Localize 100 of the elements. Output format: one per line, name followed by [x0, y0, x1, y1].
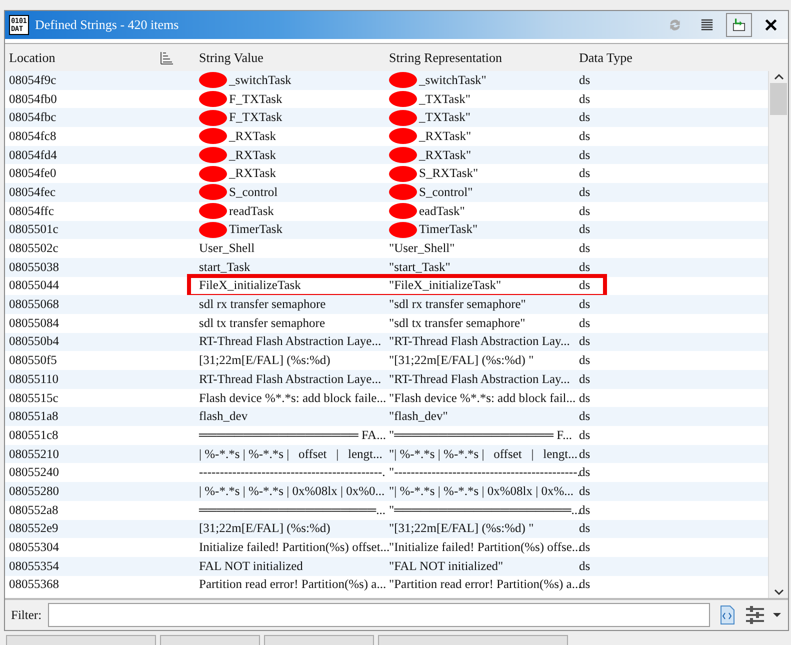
redaction-mark — [199, 72, 227, 88]
string-representation: "[31;22m[E/FAL] (%s:%d) " — [389, 521, 534, 536]
location-cell-text: 0805501c — [9, 222, 60, 238]
data-type-cell-text: ds — [579, 128, 592, 144]
string-representation: "[31;22m[E/FAL] (%s:%d) " — [389, 353, 534, 368]
table-row[interactable]: 080552e9 [31;22m[E/FAL] (%s:%d) "[31;22m[E/FAL] (%s:%d) " ds — [5, 520, 768, 538]
redaction-mark — [389, 166, 417, 182]
location-cell-text: 08055368 — [9, 577, 60, 592]
string-representation: "FAL NOT initialized" — [389, 558, 504, 574]
column-header[interactable]: Data Type — [579, 50, 768, 66]
data-type-cell-text: ds — [579, 577, 592, 592]
scroll-thumb[interactable] — [770, 83, 787, 115]
table-row[interactable]: 08055210 | %-*.*s | %-*.*s | offset | lengt... "| %-*.*s | %-*.*s | offset | lengt...ds — [5, 444, 768, 464]
scroll-up-icon[interactable] — [772, 71, 784, 81]
data-type-cell-text: ds — [579, 241, 592, 256]
string-representation: _RXTask" — [419, 148, 472, 163]
string-value: RT-Thread Flash Abstraction Laye... — [199, 334, 382, 350]
table-row[interactable]: 08054fec S_control S_control" ds — [5, 183, 768, 202]
data-type-cell-text: ds — [579, 297, 592, 312]
data-type-cell-text: ds — [579, 446, 592, 462]
location-cell-text: 08055044 — [9, 278, 60, 294]
location-cell-text: 080552a8 — [9, 502, 60, 518]
string-representation: eadTask" — [419, 204, 465, 219]
table-row[interactable]: 080550b4 RT-Thread Flash Abstraction Laye... "RT-Thread Flash Abstraction Lay... ds — [5, 332, 768, 352]
location-cell-text: 08054fbc — [9, 110, 58, 126]
string-value: F_TXTask — [229, 92, 282, 107]
table-row[interactable]: 08055068 sdl rx transfer semaphore "sdl rx transfer semaphore" ds — [5, 295, 768, 314]
column-header[interactable]: String Value — [199, 50, 389, 66]
string-representation: "flash_dev" — [389, 409, 448, 424]
string-value: Flash device %*.*s: add block faile... — [199, 390, 386, 406]
redaction-mark — [199, 166, 227, 182]
column-header[interactable]: Location — [9, 50, 159, 66]
string-value: FAL NOT initialized — [199, 558, 303, 574]
table-row[interactable]: 0805501c TimerTask TimerTask" ds — [5, 220, 768, 240]
table-row[interactable]: 08055044 FileX_initializeTask "FileX_initializeTask" ds — [5, 276, 768, 296]
location-cell-text: 080552e9 — [9, 521, 60, 536]
data-type-cell-text: ds — [579, 353, 592, 368]
string-representation: "--------------------------------------------. — [389, 465, 580, 480]
scroll-down-icon[interactable] — [772, 588, 784, 598]
location-cell-text: 08054fc8 — [9, 128, 58, 144]
string-value: start_Task — [199, 260, 250, 275]
sort-icon[interactable] — [159, 50, 175, 66]
string-representation: S_RXTask" — [419, 166, 478, 182]
string-representation: _TXTask" — [419, 110, 470, 126]
settings-icon[interactable] — [744, 604, 766, 626]
string-representation: _RXTask" — [419, 128, 472, 144]
table-row[interactable]: 08055110 RT-Thread Flash Abstraction Laye... "RT-Thread Flash Abstraction Lay... ds — [5, 370, 768, 389]
string-representation: "Initialize failed! Partition(%s) offse... — [389, 540, 582, 556]
location-cell-text: 08054fb0 — [9, 92, 58, 107]
string-value: Initialize failed! Partition(%s) offset... — [199, 540, 390, 556]
data-type-cell-text: ds — [579, 409, 592, 424]
string-value: S_control — [229, 184, 278, 200]
table-row[interactable]: 080551a8 flash_dev "flash_dev" ds — [5, 407, 768, 426]
location-cell-text: 08055280 — [9, 484, 60, 499]
table-row[interactable]: 08054fbc F_TXTask _TXTask" ds — [5, 108, 768, 128]
filter-field[interactable] — [48, 603, 710, 627]
caret-icon[interactable] — [772, 611, 782, 619]
location-cell-text: 08054f9c — [9, 72, 58, 88]
scrollbar[interactable] — [768, 71, 788, 598]
export-icon[interactable] — [726, 13, 752, 37]
table-row[interactable]: 08054fd4 _RXTask _RXTask" ds — [5, 146, 768, 164]
string-value: sdl rx transfer semaphore — [199, 297, 326, 312]
string-value: FileX_initializeTask — [199, 278, 301, 294]
location-cell-text: 08054fe0 — [9, 166, 58, 182]
redaction-mark — [389, 222, 417, 238]
string-representation: "RT-Thread Flash Abstraction Lay... — [389, 372, 570, 387]
location-cell-text: 08055240 — [9, 465, 60, 480]
string-value: | %-*.*s | %-*.*s | 0x%08lx | 0x%0... — [199, 484, 385, 499]
string-value: | %-*.*s | %-*.*s | offset | lengt... — [199, 446, 382, 462]
data-type-cell-text: ds — [579, 465, 592, 480]
string-representation: "Flash device %*.*s: add block fail... — [389, 390, 576, 406]
data-type-cell-text: ds — [579, 428, 592, 443]
location-cell-text: 080551c8 — [9, 428, 60, 443]
string-value: TimerTask — [229, 222, 283, 238]
string-representation: "| %-*.*s | %-*.*s | 0x%08lx | 0x%... — [389, 484, 574, 499]
table-row[interactable]: 08055354 FAL NOT initialized "FAL NOT initialized" ds — [5, 556, 768, 576]
location-cell-text: 08055068 — [9, 297, 60, 312]
string-representation: "FileX_initializeTask" — [389, 278, 502, 294]
string-value: flash_dev — [199, 409, 248, 424]
table-row[interactable]: 08054fb0 F_TXTask _TXTask" ds — [5, 90, 768, 108]
location-cell-text: 08055210 — [9, 446, 60, 462]
data-type-cell-text: ds — [579, 316, 592, 331]
data-type-cell-text: ds — [579, 166, 592, 182]
redaction-mark — [199, 128, 227, 144]
string-value: [31;22m[E/FAL] (%s:%d) — [199, 353, 330, 368]
string-value: Partition read error! Partition(%s) a... — [199, 577, 386, 592]
string-representation: _TXTask" — [419, 92, 470, 107]
redaction-mark — [199, 203, 227, 220]
string-representation: "sdl rx transfer semaphore" — [389, 297, 526, 312]
string-representation: "User_Shell" — [389, 241, 455, 256]
table-row[interactable]: 08055280 | %-*.*s | %-*.*s | 0x%08lx | 0x%0... "| %-*.*s | %-*.*s | 0x%08lx | 0x%... ds — [5, 482, 768, 501]
string-value: RT-Thread Flash Abstraction Laye... — [199, 372, 382, 387]
string-representation: "══════════════════ F... — [389, 428, 572, 443]
filter-label: Filter: — [11, 608, 42, 622]
string-value: User_Shell — [199, 241, 255, 256]
location-cell-text: 080550f5 — [9, 353, 58, 368]
table-row[interactable]: 0805515c Flash device %*.*s: add block faile... "Flash device %*.*s: add block fail... ds — [5, 388, 768, 408]
column-header[interactable]: String Representation — [389, 50, 579, 66]
string-value: --------------------------------------------. — [199, 465, 386, 480]
table-row[interactable]: 08054f9c _switchTask _switchTask" ds — [5, 71, 768, 90]
